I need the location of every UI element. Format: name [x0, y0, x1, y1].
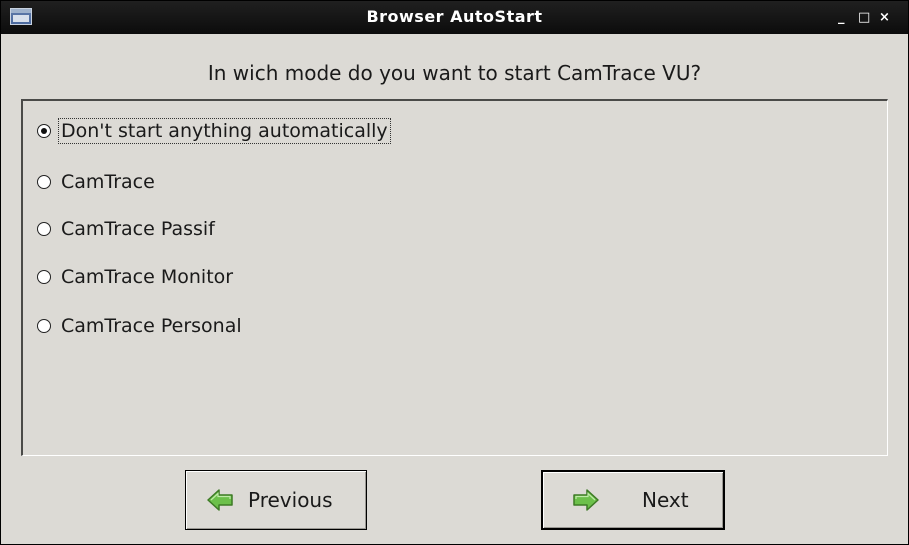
radio-button[interactable] [37, 270, 51, 284]
next-button[interactable]: Next [541, 470, 725, 530]
arrow-right-icon [572, 488, 600, 512]
option-label[interactable]: CamTrace Monitor [59, 265, 235, 289]
radio-button[interactable] [37, 175, 51, 189]
previous-button-label: Previous [248, 488, 333, 512]
option-camtrace-monitor[interactable]: CamTrace Monitor [37, 262, 235, 292]
option-dont-start[interactable]: Don't start anything automatically [37, 116, 391, 146]
question-label: In wich mode do you want to start CamTra… [207, 61, 702, 85]
option-label[interactable]: CamTrace Personal [59, 314, 244, 338]
radio-selected-dot [41, 128, 47, 134]
radio-button[interactable] [37, 222, 51, 236]
option-label[interactable]: CamTrace [59, 170, 157, 194]
radio-button[interactable] [37, 124, 51, 138]
title-bar[interactable]: Browser AutoStart _ □ × [1, 1, 908, 34]
dialog-window: Browser AutoStart _ □ × In wich mode do … [0, 0, 909, 545]
option-label[interactable]: Don't start anything automatically [58, 118, 391, 144]
radio-button[interactable] [37, 319, 51, 333]
option-camtrace-passif[interactable]: CamTrace Passif [37, 214, 217, 244]
window-title: Browser AutoStart [366, 7, 543, 26]
previous-button[interactable]: Previous [185, 470, 367, 530]
option-label[interactable]: CamTrace Passif [59, 217, 217, 241]
maximize-button[interactable]: □ [858, 1, 870, 34]
next-button-label: Next [642, 488, 689, 512]
arrow-left-icon [206, 488, 234, 512]
close-button[interactable]: × [879, 1, 890, 34]
options-frame: Don't start anything automatically CamTr… [21, 99, 888, 456]
minimize-button[interactable]: _ [838, 1, 845, 34]
option-camtrace-personal[interactable]: CamTrace Personal [37, 311, 244, 341]
option-camtrace[interactable]: CamTrace [37, 167, 157, 197]
